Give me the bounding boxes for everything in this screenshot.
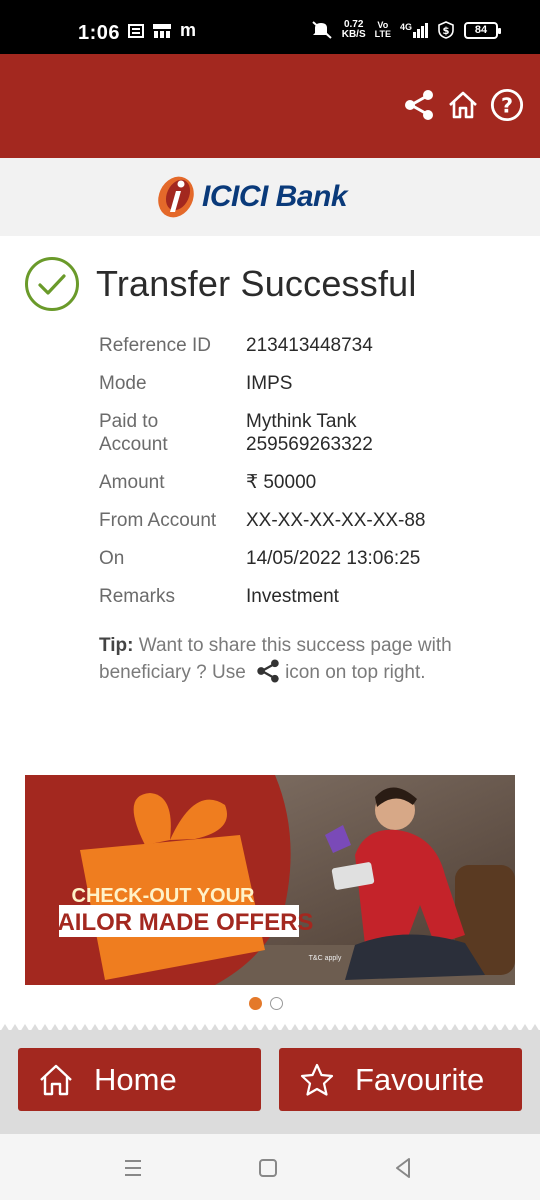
banner-line1: CHECK-OUT YOUR xyxy=(72,885,256,907)
detail-label: On xyxy=(99,548,125,569)
icici-logo: ICICI Bank xyxy=(154,174,348,220)
app-header: ? xyxy=(0,54,540,158)
status-bar: 1:06 m 0.72 KB/S Vo LTE 4G $ 84 xyxy=(0,0,540,54)
favourite-button[interactable]: Favourite xyxy=(279,1048,522,1111)
logo-bar: ICICI Bank xyxy=(0,158,540,236)
volte-indicator: Vo LTE xyxy=(374,20,391,39)
favourite-button-label: Favourite xyxy=(355,1061,485,1097)
status-left-icons: m xyxy=(128,20,196,41)
detail-value: ₹ 50000 xyxy=(246,472,317,493)
detail-row-paid-to: Paid to Account Mythink Tank 25956926332… xyxy=(99,410,519,456)
detail-label: From Account xyxy=(99,510,217,531)
battery-icon: 84 xyxy=(464,21,501,39)
home-icon xyxy=(40,1064,72,1095)
home-button[interactable]: Home xyxy=(18,1048,261,1111)
detail-label: Remarks xyxy=(99,586,176,607)
detail-label: Paid to Account xyxy=(99,411,168,455)
status-right-icons: 0.72 KB/S Vo LTE 4G $ 84 xyxy=(311,19,501,40)
notification-icon xyxy=(128,23,144,38)
share-icon[interactable] xyxy=(402,88,436,122)
banner-artwork: CHECK-OUT YOUR TAILOR MADE OFFERS T&C ap… xyxy=(25,775,515,985)
square-icon[interactable] xyxy=(254,1154,282,1182)
pagination-dot-active[interactable] xyxy=(249,997,262,1010)
share-tip: Tip: Want to share this success page wit… xyxy=(99,634,499,685)
page-title: Transfer Successful xyxy=(96,263,417,304)
detail-row-mode: Mode IMPS xyxy=(99,372,519,395)
m-icon: m xyxy=(180,20,197,40)
back-icon[interactable] xyxy=(389,1154,417,1182)
detail-row-on: On 14/05/2022 13:06:25 xyxy=(99,547,519,570)
status-time: 1:06 xyxy=(78,22,121,44)
mute-icon xyxy=(312,21,332,39)
banner-tc: T&C apply xyxy=(309,955,342,962)
system-nav-bar xyxy=(0,1134,540,1200)
speed-indicator: 0.72 KB/S xyxy=(341,19,366,40)
detail-label: Amount xyxy=(99,472,165,493)
tip-text-end: icon on top right. xyxy=(285,662,426,683)
offers-banner[interactable]: CHECK-OUT YOUR TAILOR MADE OFFERS T&C ap… xyxy=(25,775,515,985)
store-icon xyxy=(153,23,171,38)
svg-text:?: ? xyxy=(501,94,513,118)
svg-text:$: $ xyxy=(443,26,450,37)
help-icon[interactable]: ? xyxy=(490,88,524,122)
detail-value: 213413448734 xyxy=(246,335,373,356)
icici-logo-mark-icon xyxy=(158,176,194,218)
banner-pagination xyxy=(249,997,283,1010)
success-heading: Transfer Successful xyxy=(24,256,417,312)
detail-value: 14/05/2022 13:06:25 xyxy=(246,548,421,569)
detail-row-remarks: Remarks Investment xyxy=(99,585,519,608)
detail-value: IMPS xyxy=(246,373,293,394)
share-icon xyxy=(257,659,279,683)
pagination-dot[interactable] xyxy=(270,997,283,1010)
detail-row-amount: Amount ₹ 50000 xyxy=(99,471,519,494)
shield-dollar-icon: $ xyxy=(438,21,454,39)
star-icon xyxy=(300,1063,334,1096)
check-circle-icon xyxy=(25,257,79,311)
detail-label: Mode xyxy=(99,373,147,394)
transfer-details: Reference ID 213413448734 Mode IMPS Paid… xyxy=(99,334,519,623)
home-icon[interactable] xyxy=(446,88,480,122)
header-actions: ? xyxy=(402,88,524,122)
banner-line2: TAILOR MADE OFFERS xyxy=(45,909,314,936)
detail-value: Investment xyxy=(246,586,339,607)
tip-label: Tip: xyxy=(99,635,134,656)
detail-value: Mythink Tank 259569263322 xyxy=(246,411,373,455)
menu-icon[interactable] xyxy=(119,1154,147,1182)
detail-row-reference: Reference ID 213413448734 xyxy=(99,334,519,357)
action-bar: Home Favourite xyxy=(0,1030,540,1134)
logo-text: ICICI Bank xyxy=(202,180,348,213)
detail-row-from-account: From Account XX-XX-XX-XX-XX-88 xyxy=(99,509,519,532)
detail-label: Reference ID xyxy=(99,335,211,356)
home-button-label: Home xyxy=(94,1061,177,1097)
signal-icon: 4G xyxy=(400,22,428,38)
detail-value: XX-XX-XX-XX-XX-88 xyxy=(246,510,426,531)
